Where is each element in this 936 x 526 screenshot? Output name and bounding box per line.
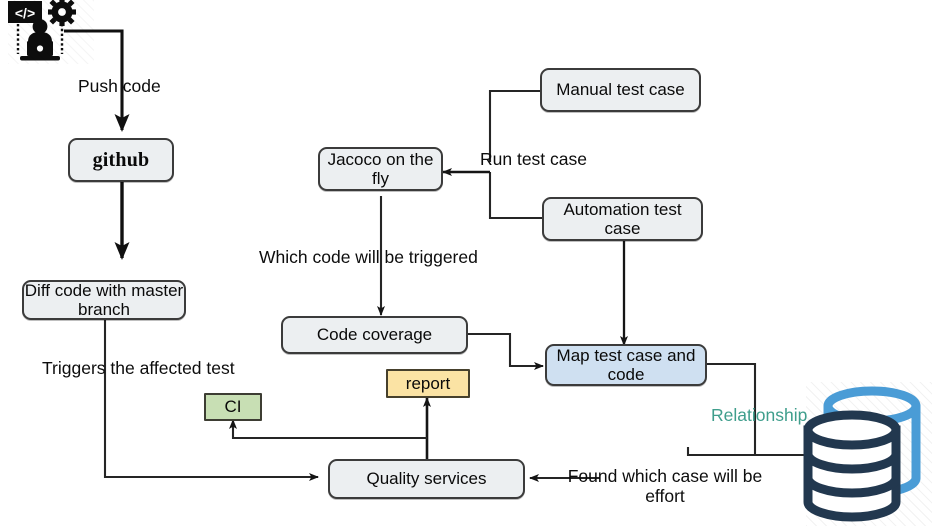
node-diff-code-label: Diff code with master branch — [24, 280, 184, 319]
edge-automation-run — [442, 168, 542, 220]
edge-label-push-code: Push code — [78, 76, 161, 96]
node-jacoco[interactable]: Jacoco on the fly — [318, 147, 443, 191]
node-report[interactable]: report — [386, 369, 470, 398]
node-github[interactable]: github — [68, 138, 174, 182]
edge-label-triggers-affected-test: Triggers the affected test — [42, 358, 235, 378]
node-diff-code[interactable]: Diff code with master branch — [22, 280, 186, 320]
node-ci[interactable]: CI — [204, 393, 262, 421]
node-quality-services[interactable]: Quality services — [328, 459, 525, 499]
node-automation-test-case[interactable]: Automation test case — [542, 197, 703, 241]
node-quality-services-label: Quality services — [366, 469, 487, 489]
node-code-coverage[interactable]: Code coverage — [281, 316, 468, 354]
edge-quality-to-report-and-ci — [229, 397, 431, 460]
node-map-test-case-label: Map test case and code — [556, 345, 696, 384]
node-jacoco-label: Jacoco on the fly — [327, 149, 434, 188]
edge-coverage-to-map — [468, 332, 544, 370]
node-manual-test-case[interactable]: Manual test case — [540, 68, 701, 112]
diagram-canvas: </> — [0, 0, 936, 526]
node-code-coverage-label: Code coverage — [316, 325, 433, 345]
node-ci-label: CI — [224, 397, 242, 417]
node-report-label: report — [405, 373, 451, 393]
node-github-label: github — [92, 148, 150, 171]
edge-label-found-which-case: Found which case will be effort — [567, 466, 763, 507]
developer-icon-hatch — [8, 0, 94, 64]
database-icon — [800, 378, 930, 526]
node-automation-test-case-label: Automation test case — [563, 199, 682, 238]
node-manual-test-case-label: Manual test case — [556, 80, 685, 100]
edge-label-relationship: Relationship — [711, 405, 808, 425]
edge-label-run-test-case: Run test case — [480, 149, 587, 169]
developer-icon: </> — [6, 0, 94, 64]
node-map-test-case[interactable]: Map test case and code — [545, 344, 707, 386]
edge-label-which-code-triggered: Which code will be triggered — [259, 247, 478, 267]
